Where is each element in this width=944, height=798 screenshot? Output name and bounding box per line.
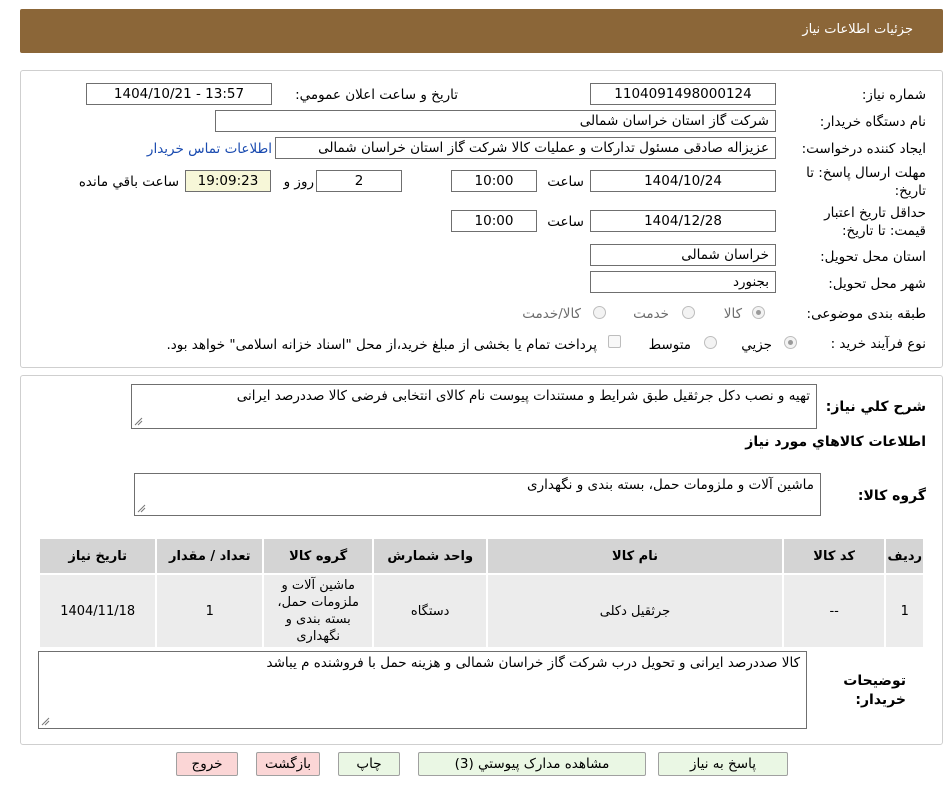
summary-textarea[interactable]: تهیه و نصب دکل جرثقیل طبق شرایط و مستندا… — [131, 384, 817, 429]
cell-unit: دستگاه — [372, 573, 489, 649]
buyer-org-field: شرکت گاز استان خراسان شمالی — [215, 110, 776, 132]
cell-qty: 1 — [155, 573, 265, 649]
province-label: استان محل تحویل: — [820, 249, 926, 265]
deadline-label-date: تاریخ: — [894, 183, 926, 199]
back-button[interactable]: بازگشت — [256, 752, 320, 776]
treasury-payment-note: پرداخت تمام یا بخشی از مبلغ خرید،از محل … — [166, 337, 597, 353]
creator-label: ایجاد کننده درخواست: — [801, 141, 926, 157]
validity-label-date: قیمت: تا تاریخ: — [842, 223, 926, 239]
need-number-label: شماره نیاز: — [861, 87, 926, 103]
process-label: نوع فرآیند خرید : — [830, 336, 926, 352]
table-row[interactable]: 1 -- جرثقیل دکلی دستگاه ماشین آلات و ملز… — [37, 573, 925, 649]
process-medium-radio[interactable] — [704, 336, 717, 349]
col-qty: تعداد / مقدار — [155, 537, 265, 575]
buyer-notes-label: توضیحات — [843, 673, 906, 689]
cell-row: 1 — [884, 573, 925, 649]
province-field: خراسان شمالی — [590, 244, 776, 266]
deadline-time-field: 10:00 — [451, 170, 537, 192]
goods-table: رديف کد کالا نام کالا واحد شمارش گروه کا… — [37, 537, 925, 649]
deadline-label: مهلت ارسال پاسخ: تا — [806, 165, 926, 181]
resize-grip-icon[interactable] — [137, 504, 146, 513]
goods-group-text: ماشین آلات و ملزومات حمل، بسته بندی و نگ… — [527, 477, 814, 493]
col-group: گروه کالا — [262, 537, 375, 575]
category-label: طبقه بندی موضوعی: — [806, 306, 926, 322]
summary-label: شرح کلي نياز: — [825, 399, 926, 415]
buyer-notes-text: کالا صددرصد ایرانی و تحویل درب شرکت گاز … — [266, 655, 800, 671]
remaining-time-field: 19:09:23 — [185, 170, 271, 192]
validity-date-field: 1404/12/28 — [590, 210, 776, 232]
cell-group: ماشین آلات و ملزومات حمل، بسته بندی و نگ… — [262, 573, 375, 649]
cell-name: جرثقیل دکلی — [486, 573, 784, 649]
announce-label: تاریخ و ساعت اعلان عمومي: — [295, 87, 458, 103]
process-partial-label: جزیي — [741, 337, 772, 353]
page-title: جزئیات اطلاعات نیاز — [802, 22, 913, 37]
cell-code: -- — [781, 573, 887, 649]
buyer-notes-label-2: خریدار: — [855, 692, 906, 708]
deadline-time-label: ساعت — [547, 174, 584, 190]
exit-button[interactable]: خروج — [176, 752, 238, 776]
city-label: شهر محل تحویل: — [828, 276, 926, 292]
category-goods-label: کالا — [723, 306, 742, 322]
city-field: بجنورد — [590, 271, 776, 293]
validity-time-field: 10:00 — [451, 210, 537, 232]
days-field: 2 — [316, 170, 402, 192]
category-goods-radio[interactable] — [752, 306, 765, 319]
reply-button[interactable]: پاسخ به نیاز — [658, 752, 788, 776]
need-number-field: 1104091498000124 — [590, 83, 776, 105]
creator-field: عزیزاله صادقی مسئول تدارکات و عملیات کال… — [275, 137, 776, 159]
validity-time-label: ساعت — [547, 214, 584, 230]
table-header-row: رديف کد کالا نام کالا واحد شمارش گروه کا… — [37, 537, 925, 575]
deadline-date-field: 1404/10/24 — [590, 170, 776, 192]
days-label: روز و — [283, 174, 314, 190]
remaining-label: ساعت باقي مانده — [78, 174, 179, 190]
col-unit: واحد شمارش — [372, 537, 489, 575]
category-both-radio[interactable] — [593, 306, 606, 319]
process-medium-label: متوسط — [648, 337, 691, 353]
col-code: کد کالا — [781, 537, 887, 575]
goods-group-textarea[interactable]: ماشین آلات و ملزومات حمل، بسته بندی و نگ… — [134, 473, 821, 516]
category-service-label: خدمت — [633, 306, 669, 322]
resize-grip-icon[interactable] — [41, 717, 50, 726]
process-partial-radio[interactable] — [784, 336, 797, 349]
view-attachments-button[interactable]: مشاهده مدارک پیوستي (3) — [418, 752, 646, 776]
goods-group-label: گروه کالا: — [857, 488, 926, 504]
validity-label: حداقل تاریخ اعتبار — [824, 205, 926, 221]
buyer-contact-link[interactable]: اطلاعات تماس خریدار — [147, 141, 272, 157]
category-service-radio[interactable] — [682, 306, 695, 319]
col-date: تاريخ نياز — [37, 537, 158, 575]
col-row: رديف — [884, 537, 925, 575]
summary-text: تهیه و نصب دکل جرثقیل طبق شرایط و مستندا… — [236, 388, 810, 404]
cell-date: 1404/11/18 — [37, 573, 158, 649]
buyer-org-label: نام دستگاه خریدار: — [819, 114, 926, 130]
buyer-notes-textarea[interactable]: کالا صددرصد ایرانی و تحویل درب شرکت گاز … — [38, 651, 807, 729]
resize-grip-icon[interactable] — [134, 417, 143, 426]
page-header: جزئیات اطلاعات نیاز — [20, 9, 943, 53]
col-name: نام کالا — [486, 537, 784, 575]
announce-date-field: 1404/10/21 - 13:57 — [86, 83, 272, 105]
goods-info-title: اطلاعات کالاهاي مورد نياز — [745, 434, 926, 450]
print-button[interactable]: چاپ — [338, 752, 400, 776]
treasury-payment-checkbox[interactable] — [608, 335, 621, 348]
category-both-label: کالا/خدمت — [522, 306, 581, 322]
